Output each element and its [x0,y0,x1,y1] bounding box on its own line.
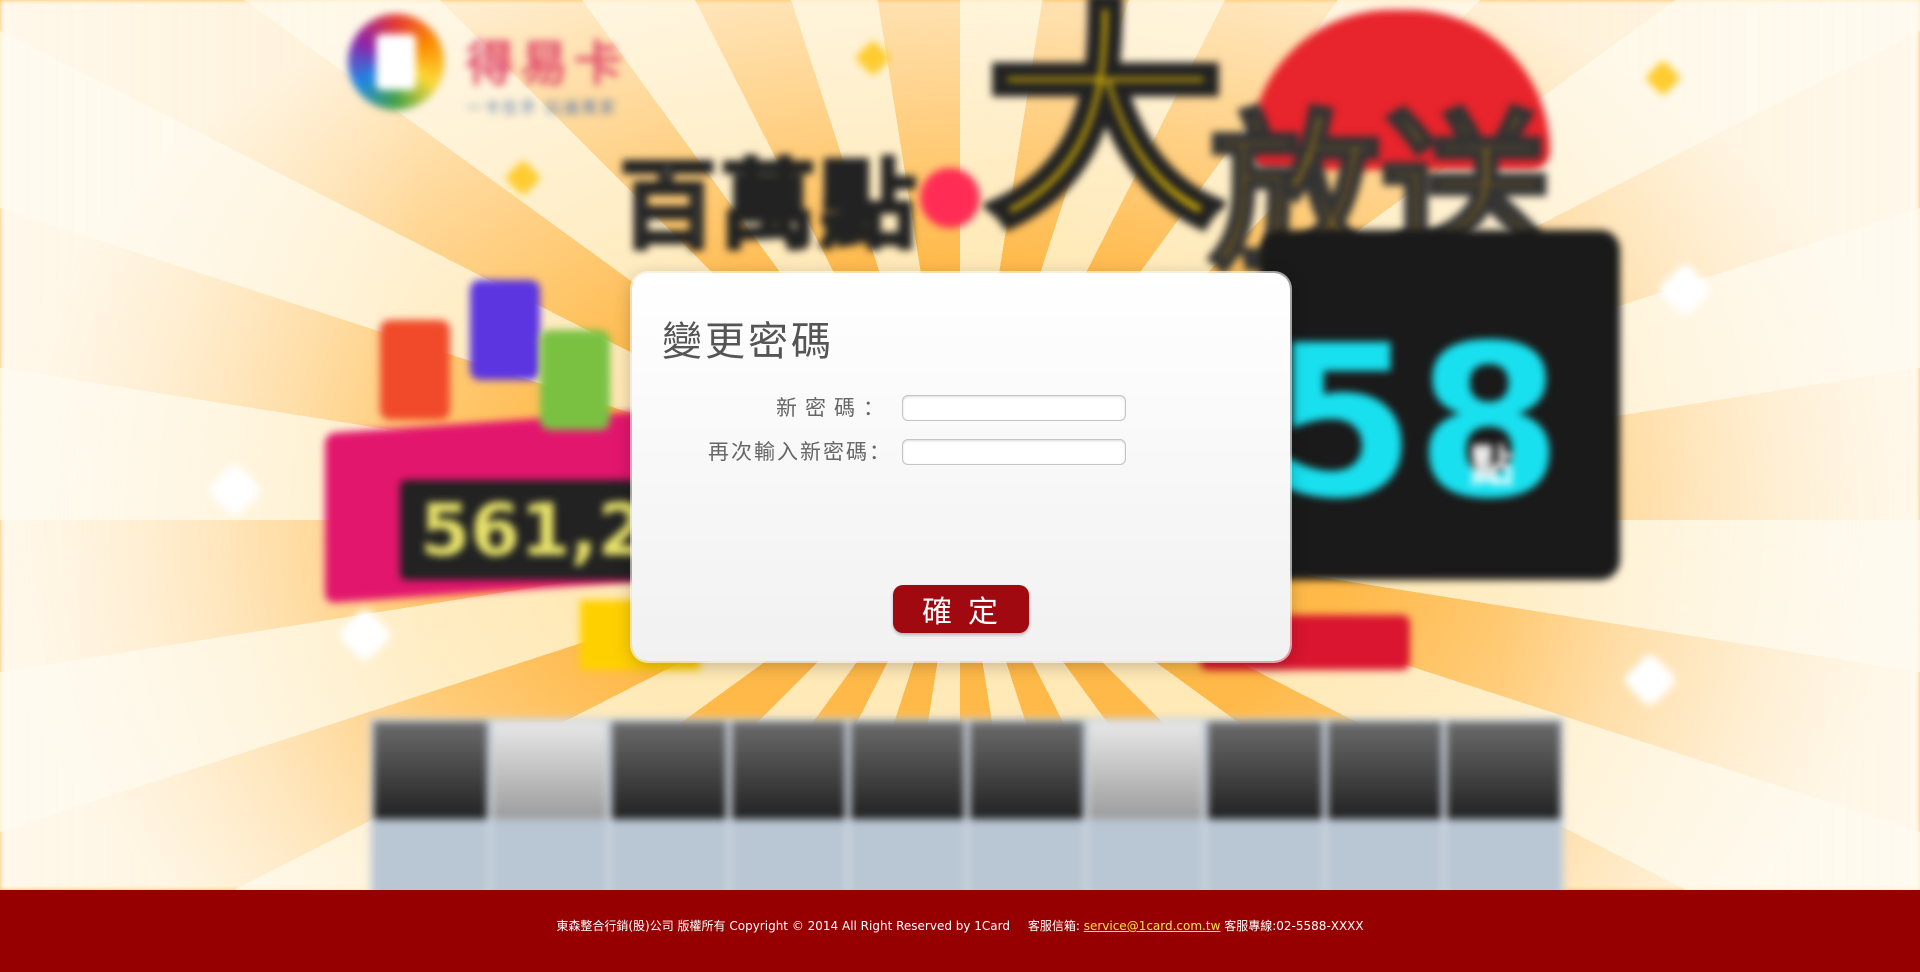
confirm-password-label: 再次輸入新密碼： [708,440,892,464]
figure-red-icon [380,320,450,420]
dialog-title: 變更密碼 [662,319,834,365]
new-password-input[interactable] [902,395,1126,421]
new-password-label: 新密碼： [776,396,892,420]
footer-line: 東森整合行銷(股)公司 版權所有 Copyright © 2014 All Ri… [0,916,1920,936]
confirm-password-row: 再次輸入新密碼： [632,437,1290,467]
confirm-password-input[interactable] [902,439,1126,465]
photo-thumbnail [612,722,726,890]
photo-thumbnail [1208,722,1322,890]
figure-blue-icon [470,280,540,380]
change-password-dialog: 變更密碼 新密碼： 再次輸入新密碼： 確定 [632,273,1290,661]
banner-text-big: 大 [981,0,1229,260]
confirm-button[interactable]: 確定 [893,585,1029,633]
footer: 東森整合行銷(股)公司 版權所有 Copyright © 2014 All Ri… [0,890,1920,972]
banner-text-left: 百萬點 [618,148,920,264]
new-password-row: 新密碼： [632,393,1290,423]
heart-icon [920,168,980,228]
photo-thumbnail [1089,722,1203,890]
photo-thumbnail [1446,722,1561,890]
copyright-text: 東森整合行銷(股)公司 版權所有 Copyright © 2014 All Ri… [556,919,1010,933]
service-mail-link[interactable]: service@1card.com.tw [1084,919,1221,933]
service-phone: 客服專線:02-5588-XXXX [1224,919,1364,933]
photo-thumbnail [970,722,1084,890]
logo-icon [348,14,444,110]
photo-thumbnail [374,722,488,890]
figure-green-icon [540,330,610,430]
photo-strip [370,718,1564,890]
photo-thumbnail [731,722,845,890]
logo-subtitle: 一卡在手 玩遍萬家 [466,98,618,117]
logo-text: 得易卡 [466,36,629,92]
tv-number: 58 [1270,300,1563,545]
photo-thumbnail [1327,722,1441,890]
photo-thumbnail [850,722,965,890]
photo-thumbnail [493,722,607,890]
service-mail-label: 客服信箱: [1027,919,1080,933]
tv-unit: 點 [1470,441,1514,492]
